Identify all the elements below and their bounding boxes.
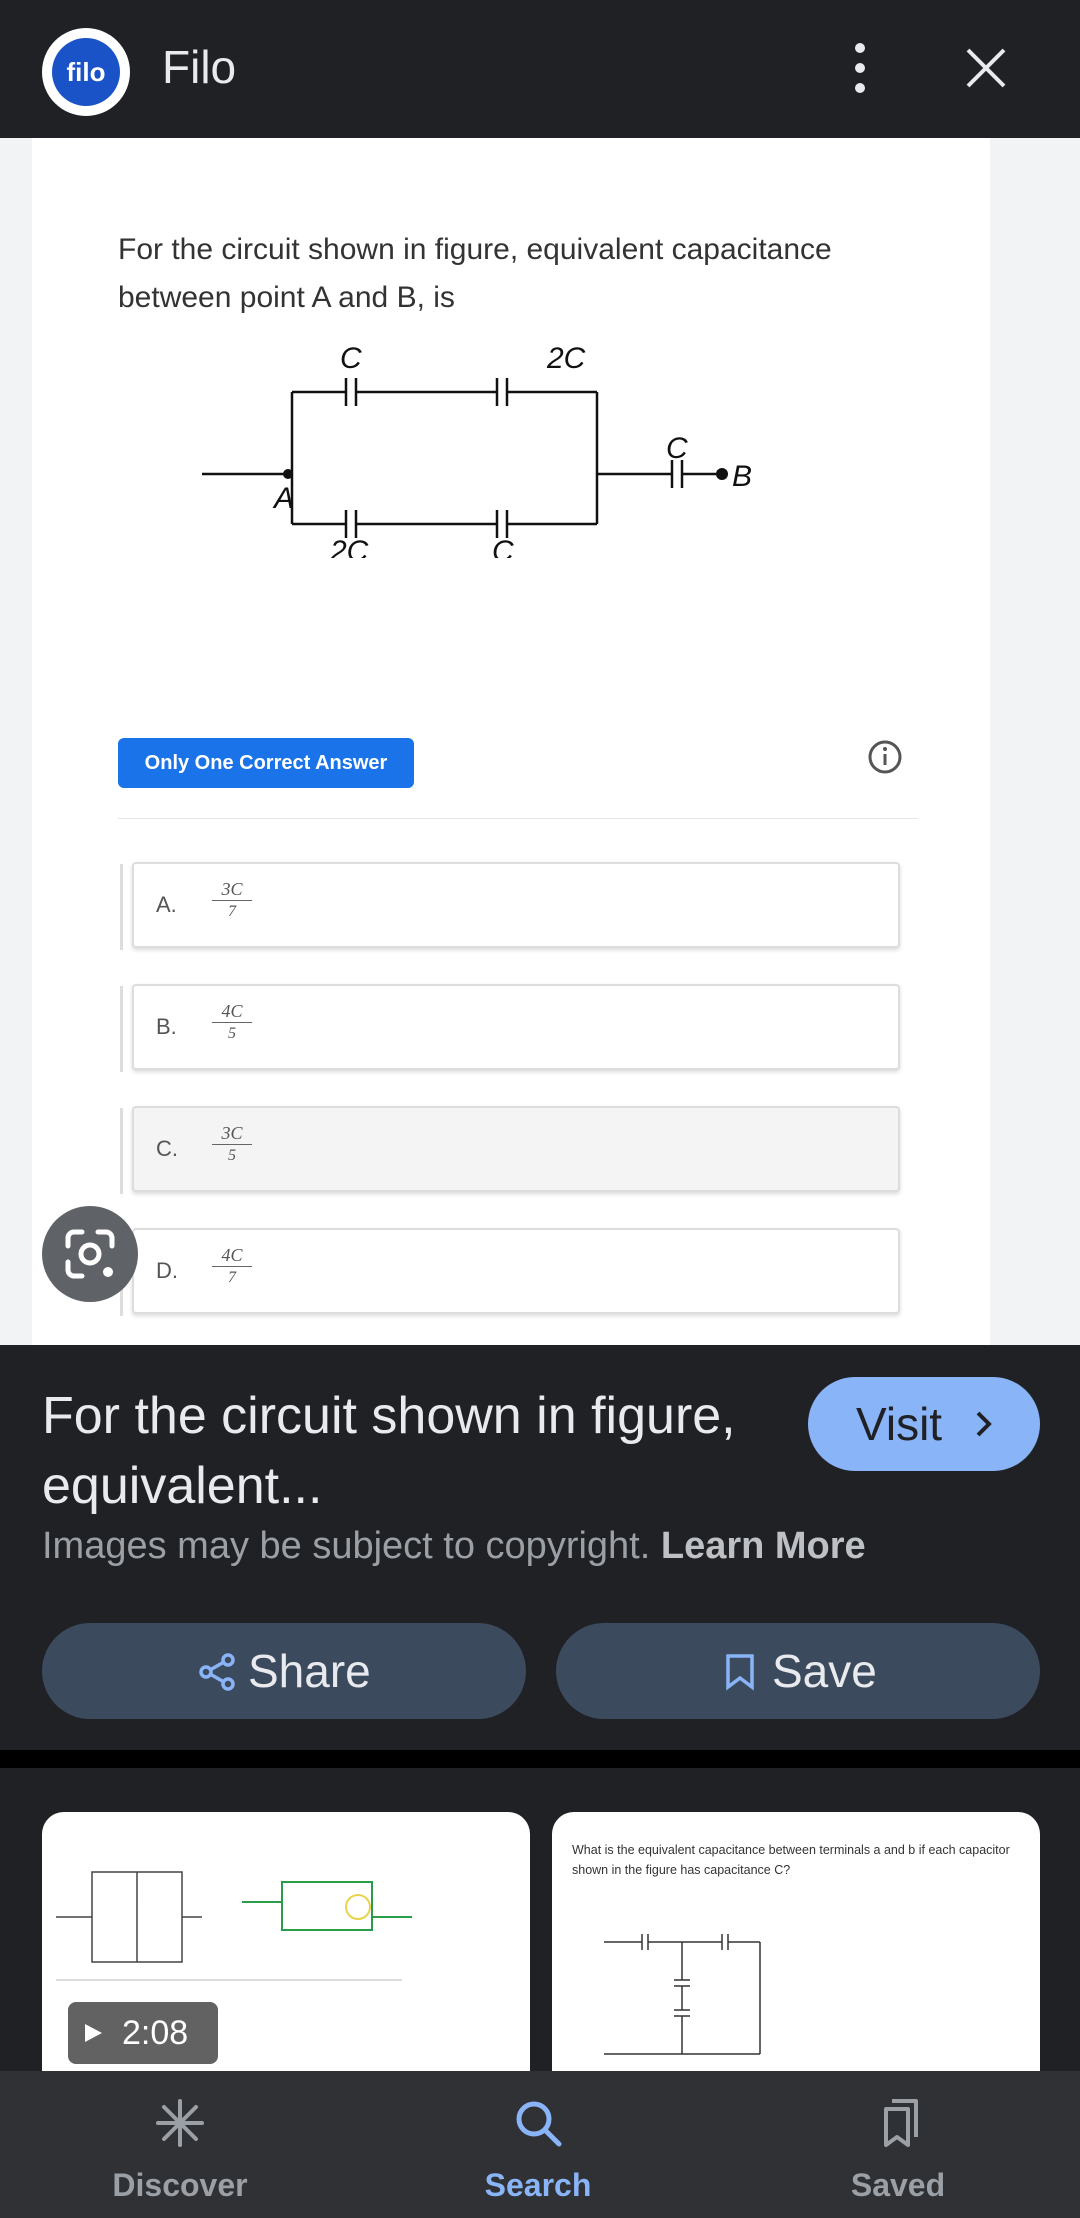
image-preview[interactable]: For the circuit shown in figure, equival… (0, 138, 1080, 1345)
play-icon (85, 2024, 102, 2042)
nav-label: Search (484, 2167, 592, 2203)
filo-logo: filo (42, 28, 130, 116)
more-vert-icon (855, 43, 865, 93)
lens-icon (65, 1229, 115, 1279)
divider (118, 818, 918, 819)
answer-type-badge: Only One Correct Answer (118, 738, 414, 788)
bookmark-icon (726, 1654, 754, 1691)
save-label: Save (772, 1645, 877, 1697)
related-results: 2:08 What is the equivalent capacitance … (0, 1768, 1080, 2071)
nav-discover[interactable]: Discover (80, 2071, 280, 2218)
video-duration: 2:08 (68, 2002, 218, 2064)
capacitor-network-thumbnail (604, 1934, 761, 2055)
option-fraction: 3C 5 (212, 1122, 252, 1167)
question-page: For the circuit shown in figure, equival… (32, 138, 990, 1345)
section-separator (0, 1750, 1080, 1768)
visit-label: Visit (856, 1398, 943, 1450)
duration-text: 2:08 (122, 2014, 189, 2052)
top-bar: filo Filo (0, 0, 1080, 138)
more-options-button[interactable] (840, 40, 880, 96)
label-top-right: 2C (546, 342, 586, 375)
app-title: Filo (162, 41, 237, 93)
option-d[interactable]: D. 4C 7 (120, 1228, 900, 1316)
label-bottom-right: C (492, 535, 514, 558)
option-b[interactable]: B. 4C 5 (120, 984, 900, 1072)
node-a (283, 469, 293, 479)
nav-label: Saved (850, 2167, 946, 2203)
save-button[interactable]: Save (556, 1623, 1040, 1719)
nav-label: Discover (112, 2167, 248, 2203)
visit-button[interactable]: Visit (808, 1377, 1040, 1471)
option-a[interactable]: A. 3C 7 (120, 862, 900, 950)
result-card-question[interactable]: What is the equivalent capacitance betwe… (552, 1812, 1040, 2071)
option-letter: D. (156, 1258, 178, 1283)
label-bottom-left: 2C (329, 535, 369, 558)
label-point-a: A (272, 482, 294, 515)
info-icon[interactable] (866, 738, 904, 776)
option-letter: C. (156, 1136, 178, 1161)
logo-text: filo (52, 38, 120, 106)
share-button[interactable]: Share (42, 1623, 526, 1719)
option-letter: B. (156, 1014, 177, 1039)
copyright-notice: Images may be subject to copyright. Lear… (42, 1525, 866, 1568)
copyright-text: Images may be subject to copyright. (42, 1525, 651, 1567)
share-icon (199, 1653, 235, 1691)
label-top-left: C (340, 342, 362, 375)
nav-search[interactable]: Search (438, 2071, 638, 2218)
question-text: For the circuit shown in figure, equival… (118, 233, 832, 314)
option-fraction: 4C 5 (212, 1000, 252, 1045)
circuit-diagram: C 2C C B A 2C C (202, 342, 752, 558)
lens-search-button[interactable] (42, 1206, 138, 1302)
learn-more-link[interactable]: Learn More (661, 1525, 866, 1567)
close-button[interactable] (960, 42, 1012, 94)
option-c[interactable]: C. 3C 5 (120, 1106, 900, 1194)
image-info-panel: For the circuit shown in figure, equival… (0, 1345, 1080, 1750)
node-b (716, 468, 728, 480)
label-right: C (666, 432, 688, 465)
chevron-right-icon (976, 1411, 992, 1437)
share-label: Share (248, 1645, 371, 1697)
option-fraction: 3C 7 (212, 878, 252, 923)
search-icon (516, 2101, 562, 2147)
asterisk-icon (156, 2099, 204, 2147)
bookmarks-icon (884, 2099, 918, 2147)
bottom-navigation: Discover Search Saved (0, 2071, 1080, 2218)
result-title: For the circuit shown in figure, equival… (42, 1387, 736, 1515)
option-fraction: 4C 7 (212, 1244, 252, 1289)
nav-saved[interactable]: Saved (798, 2071, 998, 2218)
result-card-video[interactable]: 2:08 (42, 1812, 530, 2071)
close-icon (966, 48, 1006, 88)
label-point-b: B (732, 460, 752, 493)
option-letter: A. (156, 892, 177, 917)
